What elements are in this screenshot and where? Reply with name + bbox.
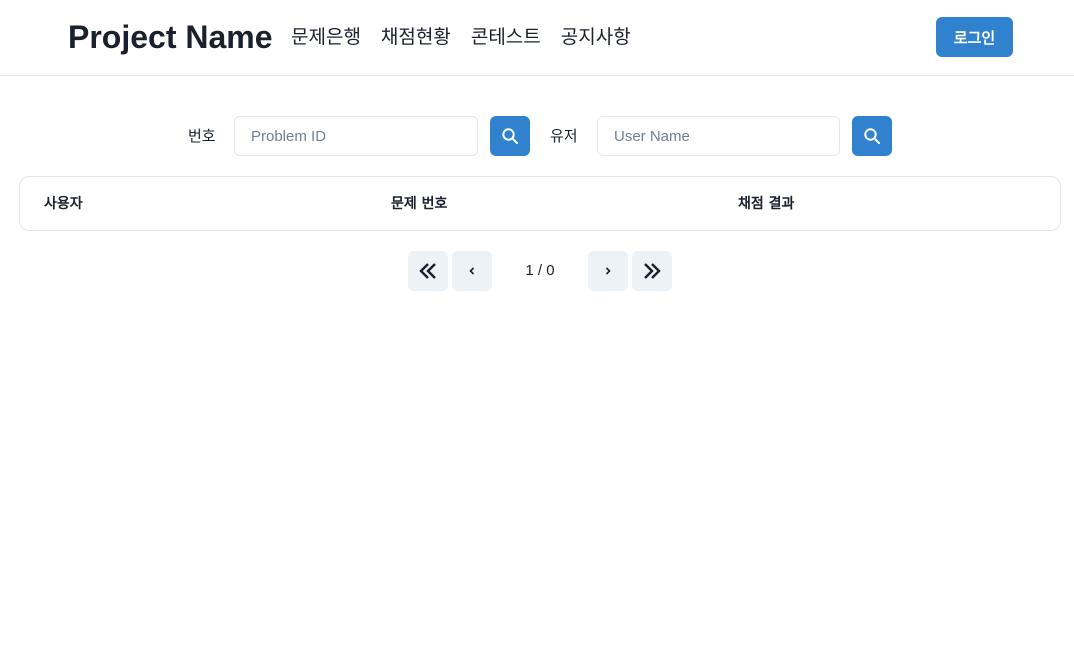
column-header-problem-id: 문제 번호 [391, 196, 448, 212]
login-button[interactable]: 로그인 [936, 17, 1013, 57]
prev-page-button[interactable] [452, 251, 492, 291]
column-header-user: 사용자 [44, 196, 83, 212]
page-indicator: 1 / 0 [525, 262, 555, 279]
first-page-button[interactable] [408, 251, 448, 291]
chevron-right-icon [605, 267, 611, 275]
chevron-left-icon [469, 267, 475, 275]
pagination: 1 / 0 [0, 251, 1074, 291]
user-search-button[interactable] [852, 116, 892, 156]
user-name-label: 유저 [550, 127, 578, 145]
top-navbar: Project Name 문제은행 채점현황 콘테스트 공지사항 로그인 [0, 0, 1074, 76]
nav-item-contest[interactable]: 콘테스트 [471, 24, 541, 50]
column-header-result: 채점 결과 [738, 196, 795, 212]
main-nav: 문제은행 채점현황 콘테스트 공지사항 [291, 24, 631, 50]
nav-item-notices[interactable]: 공지사항 [561, 24, 631, 50]
problem-search-button[interactable] [490, 116, 530, 156]
problem-id-input[interactable] [234, 116, 478, 156]
search-bar: 번호 유저 [0, 116, 1074, 156]
user-name-input[interactable] [597, 116, 840, 156]
next-page-button[interactable] [588, 251, 628, 291]
double-chevron-right-icon [644, 263, 661, 279]
last-page-button[interactable] [632, 251, 672, 291]
nav-item-grading-status[interactable]: 채점현황 [381, 24, 451, 50]
brand-logo[interactable]: Project Name [68, 16, 273, 58]
search-icon [502, 128, 518, 144]
submissions-table: 사용자 문제 번호 채점 결과 [19, 176, 1061, 231]
nav-item-problem-bank[interactable]: 문제은행 [291, 24, 361, 50]
problem-id-label: 번호 [188, 127, 216, 145]
search-icon [864, 128, 880, 144]
double-chevron-left-icon [419, 263, 436, 279]
